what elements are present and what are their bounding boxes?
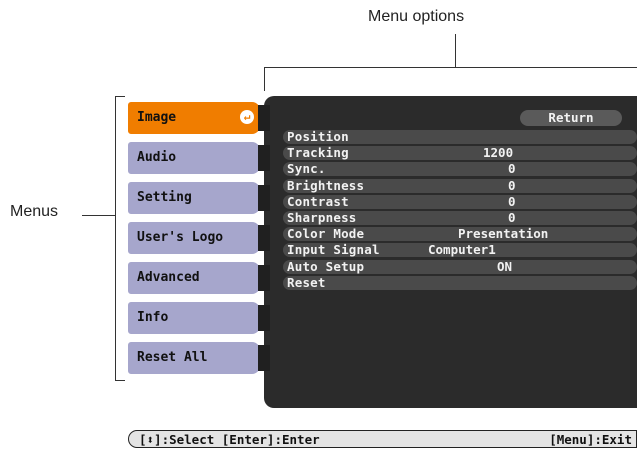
option-row[interactable]: Position [283, 130, 637, 144]
menu-tab-users-logo[interactable]: User's Logo [128, 222, 260, 254]
option-value: 0 [508, 177, 516, 193]
option-label: Auto Setup [287, 258, 365, 274]
option-label: Brightness [287, 177, 365, 193]
menus-callout: Menus [10, 203, 59, 220]
menu-tab-advanced[interactable]: Advanced [128, 262, 260, 294]
option-value: Presentation [458, 226, 549, 242]
option-label: Tracking [287, 145, 349, 161]
menu-tab-connector [258, 345, 270, 371]
menu-tab-info[interactable]: Info [128, 302, 260, 334]
option-value: ON [497, 258, 513, 274]
menu-tab-label: Image [137, 110, 177, 125]
option-label: Input Signal [287, 242, 380, 258]
status-bar: [⬍]:Select [Enter]:Enter [Menu]:Exit [128, 430, 637, 448]
status-bar-hint-left: [⬍]:Select [Enter]:Enter [139, 432, 320, 447]
menu-tab-label: Info [137, 310, 169, 325]
option-label: Contrast [287, 193, 349, 209]
menu-tab-setting[interactable]: Setting [128, 182, 260, 214]
option-row[interactable]: Contrast 0 [283, 193, 637, 209]
option-row[interactable]: Reset [283, 274, 637, 290]
option-value: 0 [508, 193, 516, 209]
menu-options-bracket [264, 67, 637, 68]
menu-tab-label: Audio [137, 150, 177, 165]
menu-tab-label: Advanced [137, 270, 200, 285]
menus-bracket-top [115, 96, 125, 97]
menu-tab-connector [258, 265, 270, 291]
menu-tab-connector [258, 225, 270, 251]
return-button[interactable]: Return [520, 110, 622, 126]
menu-tab-connector [258, 305, 270, 331]
menu-options-bracket-left [264, 67, 265, 91]
option-value: Computer1 [428, 242, 496, 258]
option-label: Sharpness [287, 210, 357, 225]
option-row[interactable]: Auto Setup ON [283, 258, 637, 274]
option-label: Reset [287, 274, 326, 290]
menu-tab-label: Setting [137, 190, 192, 205]
menu-tab-reset-all[interactable]: Reset All [128, 342, 260, 374]
status-bar-hint-right: [Menu]:Exit [549, 432, 632, 447]
menu-tab-audio[interactable]: Audio [128, 142, 260, 174]
option-value: 0 [508, 161, 516, 177]
option-row[interactable]: Brightness 0 [283, 177, 637, 193]
option-value: 0 [508, 210, 516, 225]
menus-leader-line [82, 215, 115, 216]
menu-options-leader-line [455, 34, 456, 68]
menus-bracket [115, 96, 116, 380]
option-row[interactable]: Color Mode Presentation [283, 226, 637, 242]
menu-tab-image[interactable]: Image ↵ [128, 102, 260, 134]
option-label: Color Mode [287, 226, 365, 242]
enter-icon: ↵ [240, 110, 254, 124]
option-row[interactable]: Input Signal Computer1 [283, 242, 637, 258]
menu-tab-connector [258, 105, 270, 131]
menu-options-callout: Menu options [368, 8, 465, 25]
option-row[interactable]: Tracking 1200 [283, 145, 637, 161]
menu-tab-connector [258, 185, 270, 211]
option-label: Sync. [287, 161, 326, 177]
menu-tab-connector [258, 145, 270, 171]
option-value: 1200 [483, 145, 514, 161]
option-row[interactable]: Sharpness 0 [283, 211, 637, 225]
menus-bracket-bottom [115, 380, 125, 381]
menu-tab-label: User's Logo [137, 230, 224, 245]
option-row[interactable]: Sync. 0 [283, 161, 637, 177]
option-label: Position [287, 129, 349, 144]
menu-tab-label: Reset All [137, 350, 208, 365]
